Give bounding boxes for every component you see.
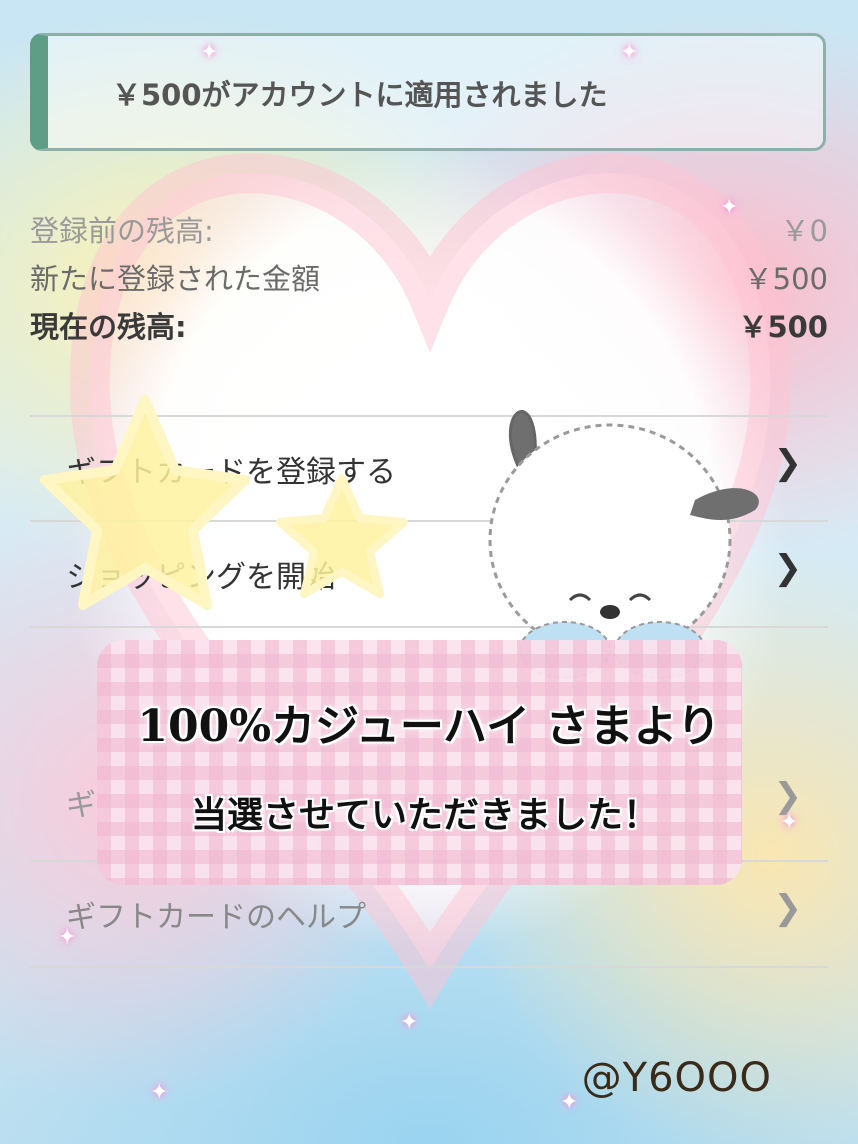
- sparkle-icon: ✦: [200, 40, 219, 65]
- small-star-icon: [276, 474, 408, 598]
- big-star-icon: [40, 395, 250, 610]
- puppy-mascot-icon: [488, 410, 759, 679]
- added-amount-value: ￥500: [743, 262, 828, 296]
- sparkle-icon: ✦: [150, 1080, 169, 1105]
- sparkle-icon: ✦: [400, 1010, 419, 1035]
- balance-before-value: ￥0: [780, 214, 828, 248]
- balance-before-label: 登録前の残高:: [30, 214, 214, 248]
- added-amount-row: 新たに登録された金額 ￥500: [30, 256, 828, 298]
- winner-sponsor-text: 100%カジューハイ さまより: [137, 701, 721, 752]
- current-balance-value: ￥500: [738, 310, 828, 344]
- sparkle-icon: ✦: [58, 925, 77, 950]
- balance-before-row: 登録前の残高: ￥0: [30, 208, 828, 250]
- current-balance-label: 現在の残高:: [30, 310, 187, 344]
- winner-announcement-text: 当選させていただきました！: [190, 794, 659, 836]
- sparkle-icon: ✦: [720, 195, 739, 220]
- sparkle-icon: ✦: [560, 1090, 579, 1115]
- banner-message: ￥500がアカウントに適用されました: [112, 78, 608, 112]
- sparkle-icon: ✦: [620, 40, 639, 65]
- author-handle: @Y6OOO: [581, 1055, 772, 1101]
- sparkle-icon: ✦: [780, 810, 799, 835]
- divider: [30, 966, 828, 968]
- gingham-message-box: [97, 640, 742, 885]
- current-balance-row: 現在の残高: ￥500: [30, 304, 828, 346]
- added-amount-label: 新たに登録された金額: [30, 262, 321, 296]
- chevron-right-icon: ❯: [773, 888, 803, 928]
- success-banner: ￥500がアカウントに適用されました: [30, 33, 826, 151]
- menu-item-label: ギフトカードのヘルプ: [66, 900, 366, 935]
